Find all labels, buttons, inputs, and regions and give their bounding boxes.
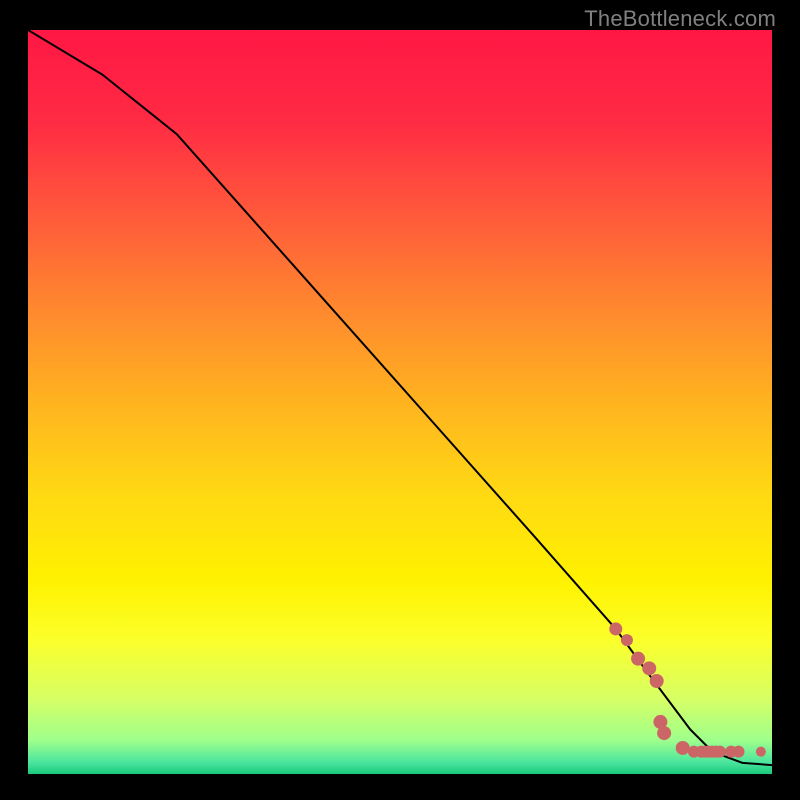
data-marker (609, 622, 622, 635)
data-marker (650, 674, 664, 688)
data-marker (642, 661, 656, 675)
chart-stage: TheBottleneck.com (0, 0, 800, 800)
background-rect (28, 30, 772, 774)
chart-svg (28, 30, 772, 774)
plot-area (28, 30, 772, 774)
watermark-text: TheBottleneck.com (584, 6, 776, 32)
data-marker (621, 634, 633, 646)
data-marker (676, 741, 690, 755)
data-marker (657, 726, 671, 740)
data-marker (756, 747, 766, 757)
data-marker (631, 652, 645, 666)
data-marker (733, 746, 745, 758)
data-marker (714, 746, 726, 758)
